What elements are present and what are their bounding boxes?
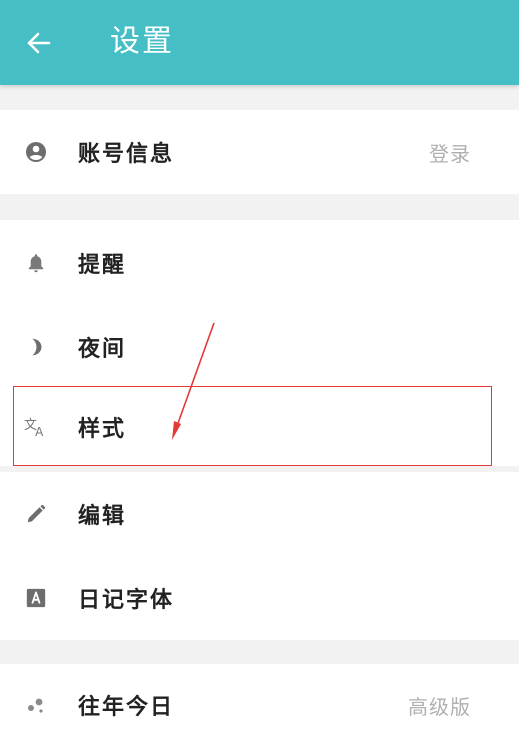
settings-item-style[interactable]: 文 A 样式 — [0, 388, 519, 466]
premium-badge: 高级版 — [408, 694, 471, 719]
settings-item-night[interactable]: 夜间 — [0, 306, 519, 388]
moon-icon — [24, 335, 48, 359]
arrow-left-icon — [27, 32, 51, 54]
settings-item-label: 夜间 — [78, 337, 127, 362]
font-a-icon — [24, 586, 48, 610]
account-info-label: 账号信息 — [78, 142, 175, 167]
account-circle-icon — [24, 140, 48, 164]
bell-icon — [24, 251, 48, 275]
app-bar: 设置 — [0, 0, 519, 85]
translate-icon: 文 A — [24, 415, 48, 439]
settings-item-diary-font[interactable]: 日记字体 — [0, 556, 519, 640]
on-this-day-label: 往年今日 — [78, 695, 175, 720]
settings-item-label: 编辑 — [78, 504, 127, 529]
pencil-icon — [24, 502, 48, 526]
settings-item-label: 样式 — [78, 417, 127, 442]
on-this-day-row[interactable]: 往年今日 高级版 — [0, 664, 519, 746]
bubbles-icon — [24, 693, 48, 717]
page-title: 设置 — [110, 24, 174, 59]
svg-text:A: A — [35, 425, 44, 439]
settings-screen: 设置 账号信息 登录 提醒 夜间 文 A 样式 编辑 日记字体 往年今日 高级版 — [0, 0, 519, 746]
settings-item-edit[interactable]: 编辑 — [0, 472, 519, 556]
login-link[interactable]: 登录 — [429, 138, 471, 167]
settings-item-label: 提醒 — [78, 253, 127, 278]
account-info-row[interactable]: 账号信息 登录 — [0, 110, 519, 194]
settings-item-reminder[interactable]: 提醒 — [0, 220, 519, 306]
back-button[interactable] — [22, 26, 56, 60]
settings-item-label: 日记字体 — [78, 588, 175, 613]
